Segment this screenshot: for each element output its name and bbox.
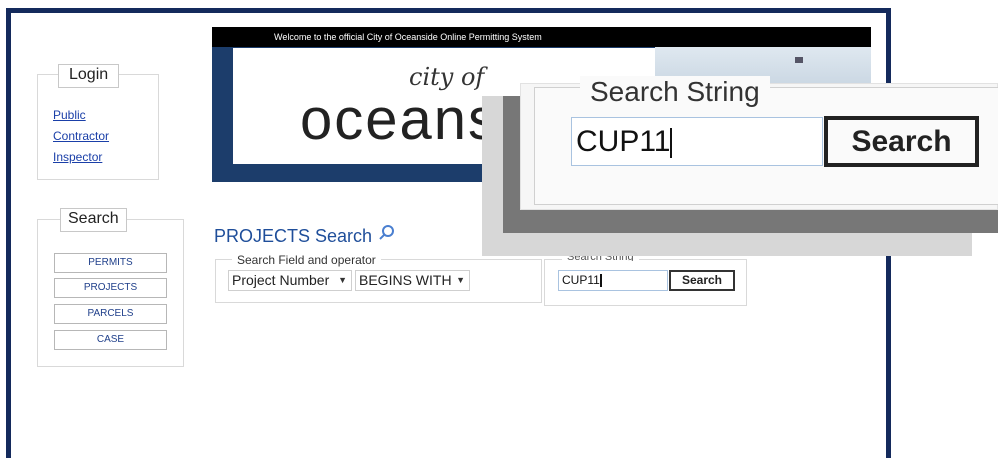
search-button[interactable]: Search — [669, 270, 735, 291]
search-string-value: CUP11 — [562, 273, 600, 287]
zoom-search-string-input[interactable]: CUP11 — [571, 117, 823, 166]
welcome-bar: Welcome to the official City of Oceansid… — [212, 27, 871, 47]
chevron-down-icon: ▼ — [456, 275, 465, 285]
page-title: PROJECTS Search — [214, 226, 373, 246]
zoom-search-button[interactable]: Search — [824, 116, 979, 167]
text-cursor — [599, 274, 602, 288]
magnifier-icon[interactable] — [378, 224, 396, 242]
login-link-public[interactable]: Public — [53, 108, 86, 122]
operator-value: BEGINS WITH — [359, 272, 452, 288]
search-field-value: Project Number — [232, 272, 330, 288]
operator-select[interactable]: BEGINS WITH ▼ — [355, 270, 470, 291]
nav-button-permits[interactable]: PERMITS — [54, 253, 167, 273]
logo-oceanside: oceans — [300, 87, 500, 152]
zoom-search-string-value: CUP11 — [576, 125, 671, 158]
search-field-select[interactable]: Project Number ▼ — [228, 270, 352, 291]
login-link-contractor[interactable]: Contractor — [53, 129, 109, 143]
search-string-input[interactable]: CUP11 — [558, 270, 668, 291]
login-legend: Login — [58, 64, 120, 88]
chevron-down-icon: ▼ — [338, 275, 347, 285]
zoom-text-cursor — [670, 128, 673, 159]
nav-button-projects[interactable]: PROJECTS — [54, 278, 167, 298]
login-link-inspector[interactable]: Inspector — [53, 150, 102, 164]
nav-button-parcels[interactable]: PARCELS — [54, 304, 167, 324]
field-operator-legend: Search Field and operator — [232, 253, 381, 267]
nav-button-case[interactable]: CASE — [54, 330, 167, 350]
zoom-search-string-legend: Search String — [580, 76, 770, 110]
login-panel — [37, 74, 159, 180]
search-nav-legend: Search — [60, 208, 127, 232]
